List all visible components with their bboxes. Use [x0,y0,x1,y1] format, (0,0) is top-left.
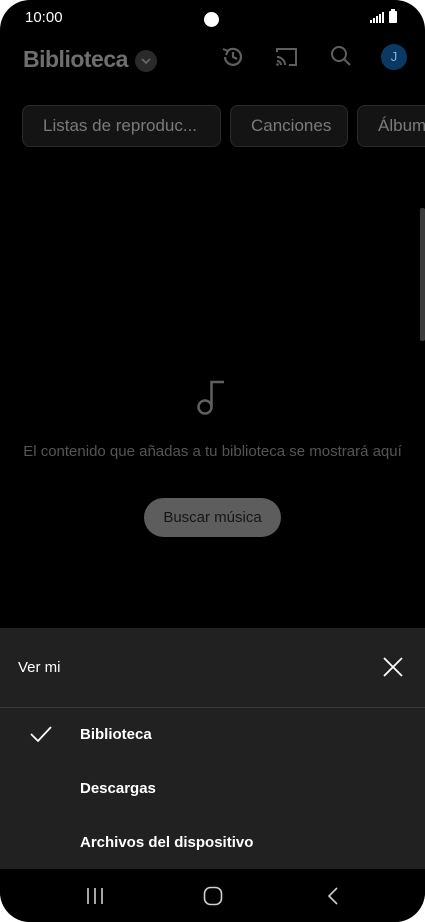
page-title: Biblioteca [23,46,128,72]
avatar[interactable]: J [381,44,407,70]
chip-albums[interactable]: Álbum [357,105,425,147]
empty-state-message: El contenido que añadas a tu biblioteca … [23,443,402,460]
chip-songs[interactable]: Canciones [230,105,348,147]
camera-cutout [204,12,219,27]
chevron-down-icon[interactable] [135,50,157,72]
chip-playlists[interactable]: Listas de reproduc... [22,105,221,147]
option-label: Descargas [80,780,156,797]
option-library[interactable]: Biblioteca [0,708,425,762]
view-options-sheet: Ver mi Biblioteca Descargas Archivos del… [0,628,425,869]
option-device-files[interactable]: Archivos del dispositivo [0,816,425,870]
battery-icon [389,9,397,23]
music-note-icon [197,380,224,415]
cast-icon[interactable] [274,44,300,70]
history-icon[interactable] [220,44,246,70]
status-bar: 10:00 [0,0,425,36]
back-icon[interactable] [326,887,340,905]
option-downloads[interactable]: Descargas [0,762,425,816]
phone-screen: 10:00 Biblioteca J Listas de reproduc...… [0,0,425,922]
scrollbar[interactable] [420,208,425,341]
option-label: Biblioteca [80,726,152,743]
recents-icon[interactable] [86,887,104,905]
close-icon[interactable] [381,655,405,679]
sheet-title: Ver mi [18,659,61,676]
find-music-button[interactable]: Buscar música [144,498,281,537]
search-icon[interactable] [329,44,353,68]
system-nav-bar [0,869,425,922]
home-icon[interactable] [203,886,223,906]
signal-icon [370,12,384,23]
library-screen: Biblioteca J Listas de reproduc... Canci… [0,36,425,628]
option-label: Archivos del dispositivo [80,834,254,851]
status-time: 10:00 [25,9,63,26]
check-icon [30,726,52,743]
